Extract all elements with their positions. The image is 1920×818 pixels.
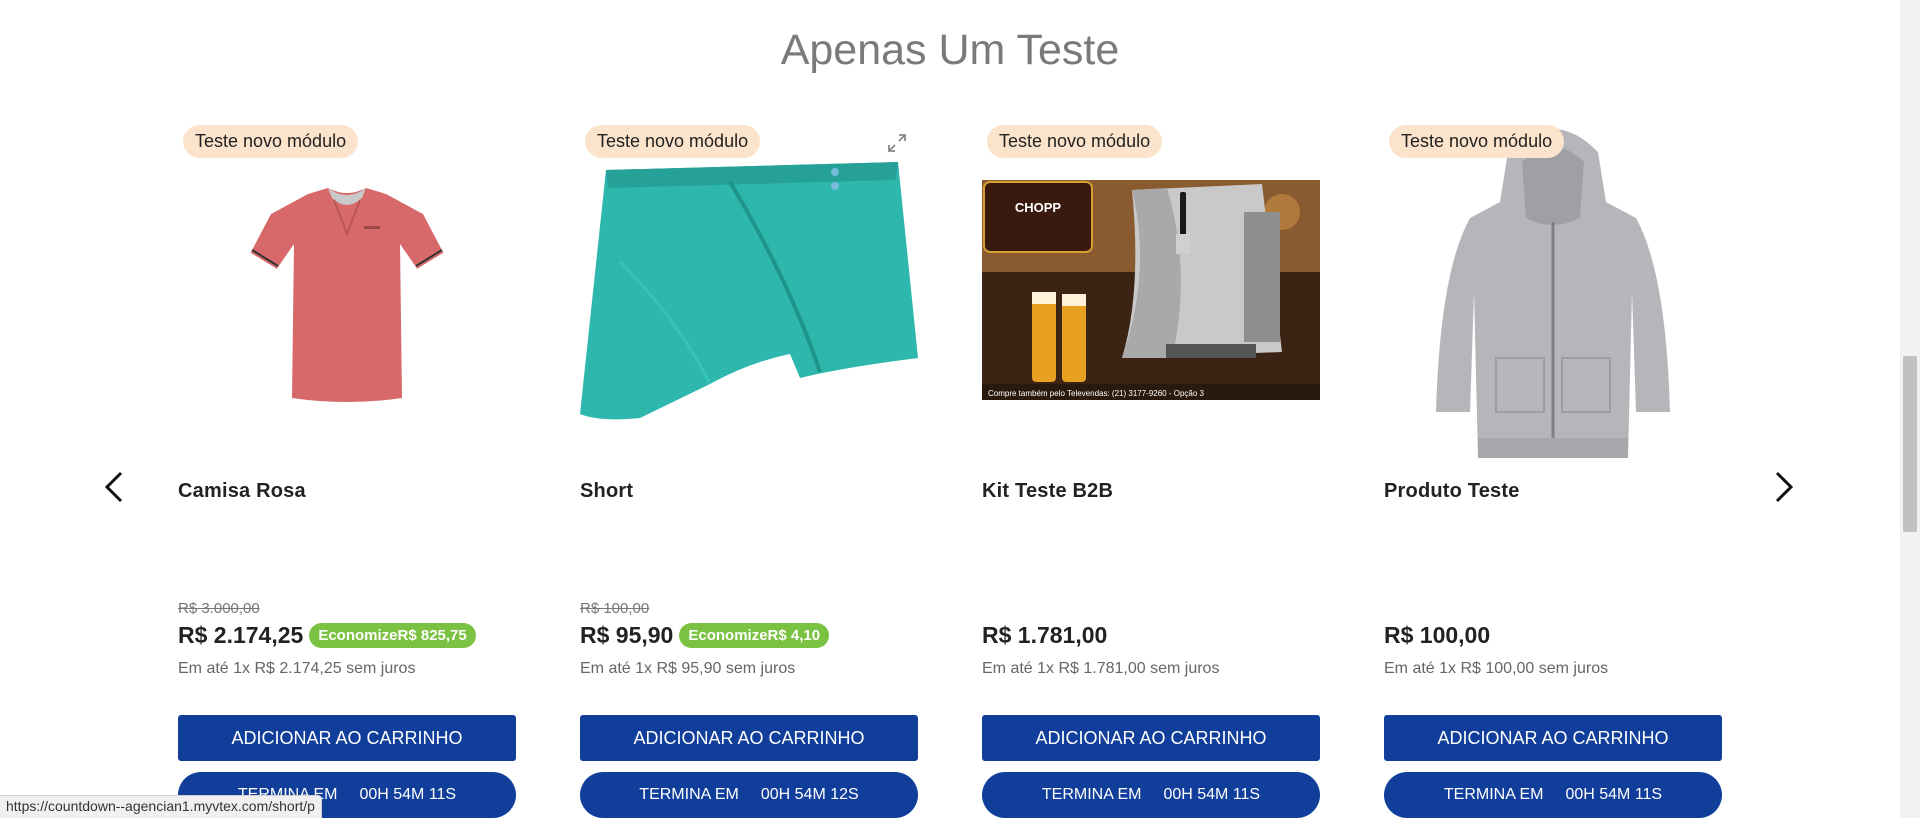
current-price: R$ 95,90 <box>580 621 674 648</box>
carousel-next-button[interactable] <box>1764 462 1804 512</box>
expand-icon[interactable] <box>886 132 908 154</box>
product-card-kit-teste-b2b[interactable]: CHOPP Compre também pelo Televendas: (21… <box>982 122 1320 818</box>
product-image-gray-hoodie[interactable] <box>1384 122 1722 462</box>
product-shelf: Teste novo módulo Camisa Rosa R$ 3.000,0… <box>178 122 1722 818</box>
installments-text: Em até 1x R$ 1.781,00 sem juros <box>982 660 1220 677</box>
installments-text: Em até 1x R$ 100,00 sem juros <box>1384 660 1609 677</box>
product-badge: Teste novo módulo <box>183 125 359 158</box>
current-price: R$ 2.174,25 <box>178 621 304 648</box>
timer-value: 00H 54M 11S <box>1565 786 1663 803</box>
product-image-pink-polo-shirt[interactable] <box>178 122 516 462</box>
current-price: R$ 1.781,00 <box>982 621 1108 648</box>
add-to-cart-button[interactable]: ADICIONAR AO CARRINHO <box>1384 715 1722 761</box>
product-badge: Teste novo módulo <box>585 125 761 158</box>
product-name[interactable]: Produto Teste <box>1384 480 1520 503</box>
product-image-chopp-dispenser[interactable]: CHOPP Compre também pelo Televendas: (21… <box>982 122 1320 462</box>
image-caption: Compre também pelo Televendas: (21) 3177… <box>988 389 1205 398</box>
status-bar-url: https://countdown--agencian1.myvtex.com/… <box>0 795 322 818</box>
price-row: R$ 100,00 <box>1384 620 1490 650</box>
chevron-right-icon <box>1775 471 1794 503</box>
countdown-timer[interactable]: TERMINA EM 00H 54M 11S <box>1384 772 1722 818</box>
product-image-teal-skort[interactable] <box>580 122 918 462</box>
old-price: R$ 100,00 <box>580 600 650 617</box>
timer-label: TERMINA EM <box>639 786 739 803</box>
add-to-cart-button[interactable]: ADICIONAR AO CARRINHO <box>580 715 918 761</box>
timer-label: TERMINA EM <box>1041 786 1142 803</box>
add-to-cart-button[interactable]: ADICIONAR AO CARRINHO <box>982 715 1320 761</box>
chevron-left-icon <box>104 471 123 503</box>
product-name[interactable]: Camisa Rosa <box>178 480 306 503</box>
price-row: R$ 1.781,00 <box>982 620 1107 650</box>
timer-value: 00H 54M 12S <box>760 786 859 803</box>
savings-badge: EconomizeR$ 4,10 <box>679 622 830 648</box>
product-badge: Teste novo módulo <box>1389 125 1565 158</box>
chopp-logo-text: CHOPP <box>1015 200 1062 215</box>
old-price: R$ 3.000,00 <box>178 600 260 617</box>
teal-skort-image <box>580 162 918 420</box>
timer-value: 00H 54M 11S <box>1163 786 1261 803</box>
product-name[interactable]: Kit Teste B2B <box>982 480 1113 503</box>
price-row: R$ 95,90 EconomizeR$ 4,10 <box>580 620 830 650</box>
carousel-prev-button[interactable] <box>94 462 134 512</box>
installments-text: Em até 1x R$ 2.174,25 sem juros <box>178 660 416 677</box>
product-badge: Teste novo módulo <box>987 125 1163 158</box>
scrollbar-thumb[interactable] <box>1903 356 1917 532</box>
add-to-cart-button[interactable]: ADICIONAR AO CARRINHO <box>178 715 516 761</box>
timer-label: TERMINA EM <box>1443 786 1544 803</box>
timer-value: 00H 54M 11S <box>359 786 457 803</box>
gray-hoodie-image <box>1436 129 1670 458</box>
countdown-timer[interactable]: TERMINA EM 00H 54M 11S <box>982 772 1320 818</box>
savings-badge: EconomizeR$ 825,75 <box>309 622 476 648</box>
installments-text: Em até 1x R$ 95,90 sem juros <box>580 660 796 677</box>
chopp-beer-dispenser-image: CHOPP Compre também pelo Televendas: (21… <box>982 180 1320 400</box>
product-card-camisa-rosa[interactable]: Teste novo módulo Camisa Rosa R$ 3.000,0… <box>178 122 516 818</box>
product-card-short[interactable]: Teste novo módulo Short R$ 100,00 R$ 95,… <box>580 122 918 818</box>
product-name[interactable]: Short <box>580 480 633 503</box>
product-card-produto-teste[interactable]: Teste novo módulo Produto Teste R$ 100,0… <box>1384 122 1722 818</box>
current-price: R$ 100,00 <box>1384 621 1491 648</box>
pink-polo-shirt-image <box>249 188 445 402</box>
price-row: R$ 2.174,25 EconomizeR$ 825,75 <box>178 620 476 650</box>
section-title: Apenas Um Teste <box>780 26 1120 74</box>
countdown-timer[interactable]: TERMINA EM 00H 54M 12S <box>580 772 918 818</box>
